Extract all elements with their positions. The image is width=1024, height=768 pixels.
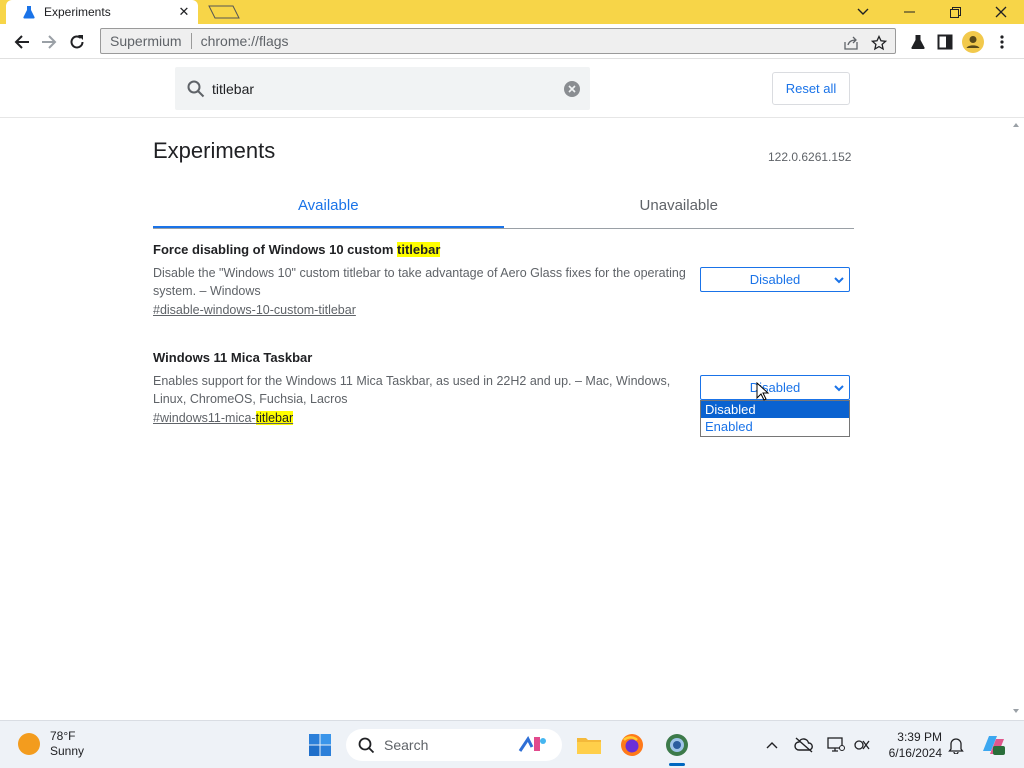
close-window-button[interactable] [978, 0, 1024, 24]
copilot-icon[interactable] [980, 732, 1006, 758]
tab-close-icon[interactable]: ✕ [176, 4, 192, 20]
address-bar[interactable]: Supermium chrome://flags [100, 28, 896, 54]
chevron-up-icon[interactable] [762, 735, 782, 755]
flags-search-input[interactable]: titlebar [175, 67, 590, 110]
share-icon[interactable] [841, 33, 861, 53]
cloud-offline-icon[interactable] [794, 735, 814, 755]
flag-name-text: Force disabling of Windows 10 custom [153, 242, 398, 257]
tab-title: Experiments [44, 5, 111, 19]
reload-button[interactable] [65, 30, 89, 54]
page-title: Experiments [153, 138, 276, 163]
site-chip: Supermium [110, 33, 182, 49]
system-clock[interactable]: 3:39 PM 6/16/2024 [880, 729, 942, 761]
dropdown-option-enabled[interactable]: Enabled [701, 418, 849, 435]
profile-avatar-icon[interactable] [961, 30, 985, 54]
flag-description: Disable the "Windows 10" custom titlebar… [153, 266, 686, 298]
active-app-indicator [669, 763, 685, 766]
experiments-flask-icon[interactable] [906, 30, 930, 54]
weather-widget[interactable]: 78°F Sunny [18, 729, 84, 759]
file-explorer-icon[interactable] [575, 731, 603, 759]
mouse-cursor-icon [756, 381, 770, 402]
omnibox-separator [190, 33, 192, 49]
search-highlight-icon [518, 733, 548, 758]
flag-link-highlight: titlebar [255, 411, 294, 425]
flag-state-select[interactable]: Disabled [700, 375, 850, 400]
flag-name-highlight: titlebar [397, 242, 441, 257]
weather-temp: 78°F [50, 729, 76, 743]
weather-desc: Sunny [50, 744, 85, 758]
forward-button[interactable] [37, 30, 61, 54]
url-text: chrome://flags [200, 33, 289, 49]
flag-name: Force disabling of Windows 10 custom tit… [153, 242, 853, 260]
search-icon [185, 78, 207, 100]
taskbar-search[interactable]: Search [346, 729, 562, 761]
flag-link-text: #windows11-mica- [153, 411, 256, 425]
version-label: 122.0.6261.152 [768, 150, 852, 164]
restore-button[interactable] [932, 0, 978, 24]
bookmark-star-icon[interactable] [869, 33, 889, 53]
tab-available[interactable]: Available [153, 190, 504, 228]
select-dropdown-list: Disabled Enabled [700, 400, 850, 437]
title-bar: Experiments ✕ [0, 0, 1024, 24]
back-button[interactable] [10, 30, 34, 54]
flag-state-select[interactable]: Disabled [700, 267, 850, 292]
dropdown-option-disabled[interactable]: Disabled [701, 401, 849, 418]
select-value: Disabled [749, 272, 801, 287]
browser-tab[interactable]: Experiments ✕ [6, 0, 198, 24]
minimize-button[interactable] [886, 0, 932, 24]
sun-icon [18, 733, 40, 755]
windows-taskbar: 78°F Sunny Search 3:39 PM 6/16/2024 [0, 720, 1024, 768]
search-icon [356, 735, 376, 755]
flag-name: Windows 11 Mica Taskbar [153, 350, 313, 365]
firefox-icon[interactable] [618, 731, 646, 759]
flags-search-header: titlebar Reset all [0, 60, 1024, 118]
clock-date: 6/16/2024 [888, 746, 942, 760]
clock-time: 3:39 PM [897, 730, 942, 744]
flag-permalink[interactable]: #disable-windows-10-custom-titlebar [153, 303, 853, 321]
browser-toolbar: Supermium chrome://flags [0, 24, 1024, 59]
experiments-tabs: Available Unavailable [153, 190, 854, 229]
chevron-down-icon [833, 274, 845, 286]
supermium-browser-icon[interactable] [663, 731, 691, 759]
new-tab-button[interactable] [208, 5, 240, 19]
side-panel-icon[interactable] [933, 30, 957, 54]
tab-search-chevron-icon[interactable] [840, 0, 886, 24]
reset-all-button[interactable]: Reset all [772, 72, 850, 105]
menu-kebab-icon[interactable] [990, 30, 1014, 54]
search-value: titlebar [212, 80, 255, 97]
page-scrollbar[interactable] [1007, 119, 1024, 719]
flask-icon [22, 5, 36, 19]
chevron-down-icon [833, 382, 845, 394]
clear-search-icon[interactable] [563, 80, 581, 98]
tab-unavailable[interactable]: Unavailable [504, 190, 855, 228]
network-settings-icon[interactable] [852, 735, 872, 755]
taskbar-search-placeholder: Search [384, 737, 429, 753]
display-icon[interactable] [826, 735, 846, 755]
notification-bell-icon[interactable] [946, 735, 966, 755]
flag-description: Enables support for the Windows 11 Mica … [153, 374, 671, 406]
windows-start-icon[interactable] [306, 731, 334, 759]
